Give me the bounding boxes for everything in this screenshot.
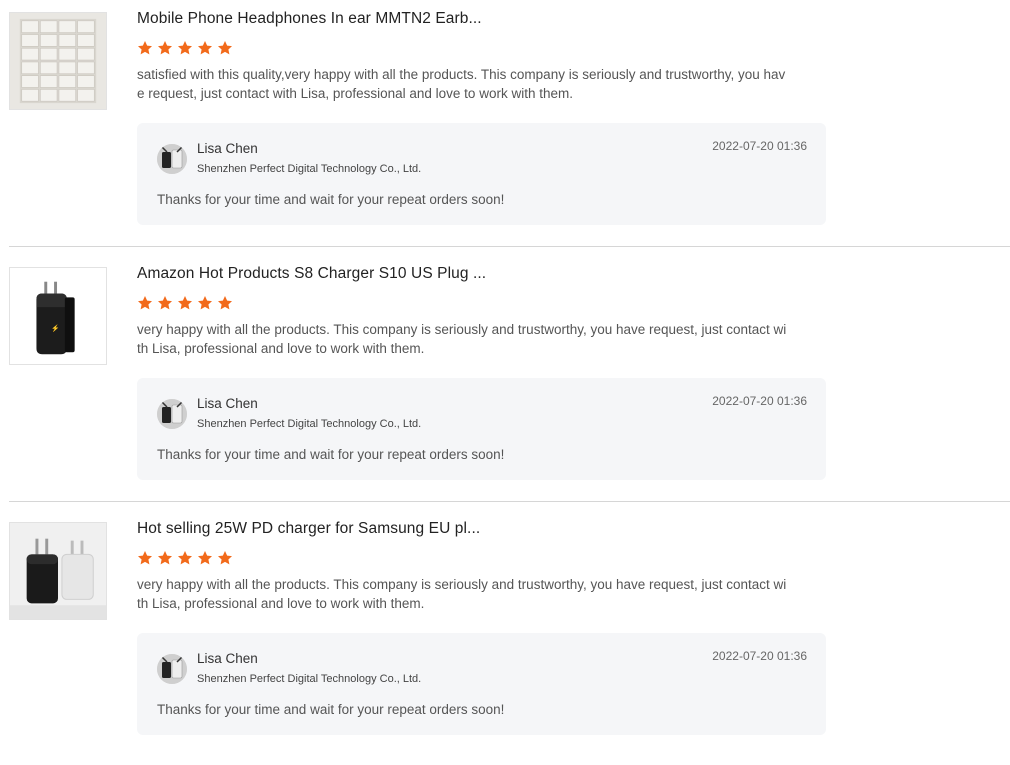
review-item: ⚡ Amazon Hot Products S8 Charger S10 US … xyxy=(0,255,1010,510)
seller-company: Shenzhen Perfect Digital Technology Co.,… xyxy=(197,163,422,175)
reply-date: 2022-07-20 01:36 xyxy=(712,139,807,153)
seller-name: Lisa Chen xyxy=(197,396,258,411)
star-icon xyxy=(177,295,193,311)
product-thumbnail-headphones[interactable] xyxy=(9,12,107,110)
review-text: satisfied with this quality,very happy w… xyxy=(137,67,786,101)
star-icon xyxy=(137,40,153,56)
star-icon xyxy=(157,295,173,311)
divider xyxy=(9,246,1010,247)
star-icon xyxy=(217,550,233,566)
seller-reply: Lisa Chen Shenzhen Perfect Digital Techn… xyxy=(137,378,826,480)
seller-name: Lisa Chen xyxy=(197,141,258,156)
product-title[interactable]: Amazon Hot Products S8 Charger S10 US Pl… xyxy=(137,265,486,283)
seller-reply: Lisa Chen Shenzhen Perfect Digital Techn… xyxy=(137,633,826,735)
star-icon xyxy=(137,550,153,566)
star-rating xyxy=(137,295,233,315)
product-title[interactable]: Hot selling 25W PD charger for Samsung E… xyxy=(137,520,480,538)
review-item: Mobile Phone Headphones In ear MMTN2 Ear… xyxy=(0,0,1010,255)
review-text: very happy with all the products. This c… xyxy=(137,322,787,356)
seller-name: Lisa Chen xyxy=(197,651,258,666)
seller-company: Shenzhen Perfect Digital Technology Co.,… xyxy=(197,418,422,430)
star-icon xyxy=(137,295,153,311)
reply-text: Thanks for your time and wait for your r… xyxy=(157,702,505,717)
star-icon xyxy=(197,550,213,566)
star-icon xyxy=(177,550,193,566)
reply-text: Thanks for your time and wait for your r… xyxy=(157,447,505,462)
seller-avatar xyxy=(157,144,187,174)
product-thumbnail-charger-eu[interactable] xyxy=(9,522,107,620)
star-rating xyxy=(137,40,233,60)
star-icon xyxy=(177,40,193,56)
seller-avatar xyxy=(157,654,187,684)
product-title[interactable]: Mobile Phone Headphones In ear MMTN2 Ear… xyxy=(137,10,482,28)
star-icon xyxy=(157,40,173,56)
seller-avatar xyxy=(157,399,187,429)
seller-reply: Lisa Chen Shenzhen Perfect Digital Techn… xyxy=(137,123,826,225)
review-text: very happy with all the products. This c… xyxy=(137,577,787,611)
svg-text:⚡: ⚡ xyxy=(51,324,60,333)
star-icon xyxy=(217,40,233,56)
reply-date: 2022-07-20 01:36 xyxy=(712,394,807,408)
reply-text: Thanks for your time and wait for your r… xyxy=(157,192,505,207)
seller-company: Shenzhen Perfect Digital Technology Co.,… xyxy=(197,673,422,685)
eu-charger-image xyxy=(10,523,106,619)
reply-date: 2022-07-20 01:36 xyxy=(712,649,807,663)
product-thumbnail-charger-us[interactable]: ⚡ xyxy=(9,267,107,365)
review-item: Hot selling 25W PD charger for Samsung E… xyxy=(0,510,1010,765)
star-icon xyxy=(157,550,173,566)
star-icon xyxy=(217,295,233,311)
us-charger-image: ⚡ xyxy=(10,268,106,364)
headphones-bulk-image xyxy=(10,13,106,109)
star-icon xyxy=(197,295,213,311)
star-rating xyxy=(137,550,233,570)
divider xyxy=(9,501,1010,502)
star-icon xyxy=(197,40,213,56)
